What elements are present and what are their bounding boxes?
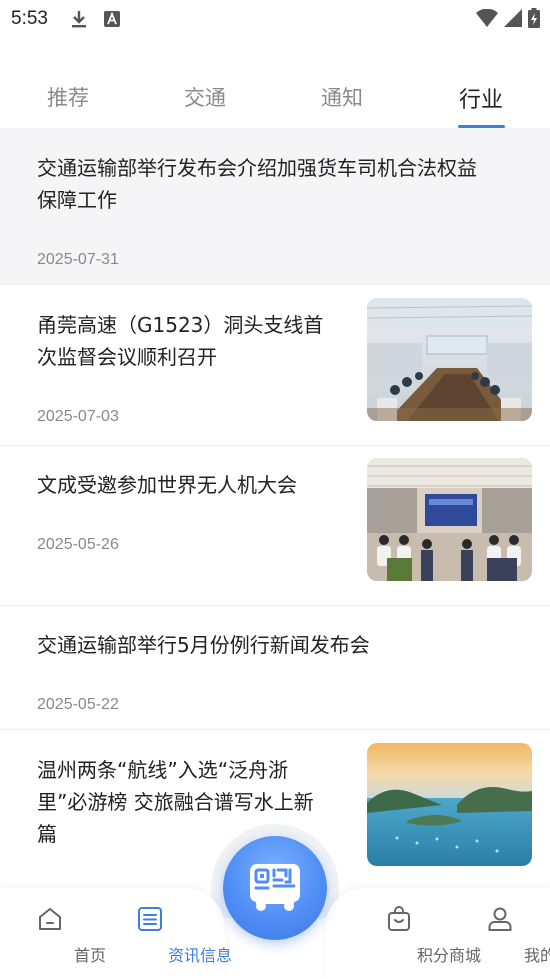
bus-qr-button[interactable]: [223, 836, 327, 940]
news-item[interactable]: 甬莞高速（G1523）洞头支线首 次监督会议顺利召开 2025-07-03: [0, 285, 550, 446]
nav-points-mall-label: 积分商城: [416, 946, 481, 965]
tab-notice[interactable]: 通知: [321, 82, 363, 112]
news-date: 2025-07-31: [37, 251, 119, 268]
conference-hall-photo: [367, 458, 532, 581]
tab-recommend[interactable]: 推荐: [47, 82, 89, 112]
news-item[interactable]: 交通运输部举行5月份例行新闻发布会 2025-05-22: [0, 606, 550, 730]
news-title: 交通运输部举行发布会介绍加强货车司机合法权益 保障工作: [37, 156, 477, 212]
nav-mine-label: 我的: [523, 946, 550, 965]
news-item[interactable]: 交通运输部举行发布会介绍加强货车司机合法权益 保障工作 2025-07-31: [0, 128, 550, 285]
nav-home-label: 首页: [73, 946, 106, 965]
news-title: 文成受邀参加世界无人机大会: [37, 473, 297, 497]
download-icon: [72, 11, 86, 28]
user-icon: [488, 907, 512, 931]
list-document-icon: [138, 907, 162, 931]
battery-icon: [528, 8, 540, 28]
tab-industry[interactable]: 行业: [459, 82, 503, 114]
status-icons: [476, 8, 540, 28]
news-date: 2025-05-26: [37, 536, 119, 553]
status-time: 5:53: [11, 8, 48, 29]
shopping-bag-icon: [388, 906, 410, 931]
island-sea-photo: [367, 743, 532, 866]
news-title: 交通运输部举行5月份例行新闻发布会: [37, 633, 370, 657]
meeting-room-photo: [367, 298, 532, 421]
news-title: 甬莞高速（G1523）洞头支线首 次监督会议顺利召开: [37, 313, 324, 369]
home-icon: [39, 908, 61, 930]
keyboard-a-icon: [104, 11, 120, 27]
category-tabs: 推荐 交通 通知 行业: [0, 70, 550, 130]
news-date: 2025-07-03: [37, 408, 119, 425]
tab-traffic[interactable]: 交通: [184, 82, 226, 112]
signal-icon: [504, 9, 522, 27]
status-bar: 5:53: [0, 0, 550, 38]
bus-qr-icon: [250, 864, 300, 911]
news-date: 2025-05-22: [37, 696, 119, 713]
nav-news-label: 资讯信息: [167, 946, 232, 965]
news-item[interactable]: 文成受邀参加世界无人机大会 2025-05-26: [0, 446, 550, 606]
wifi-icon: [476, 9, 498, 27]
